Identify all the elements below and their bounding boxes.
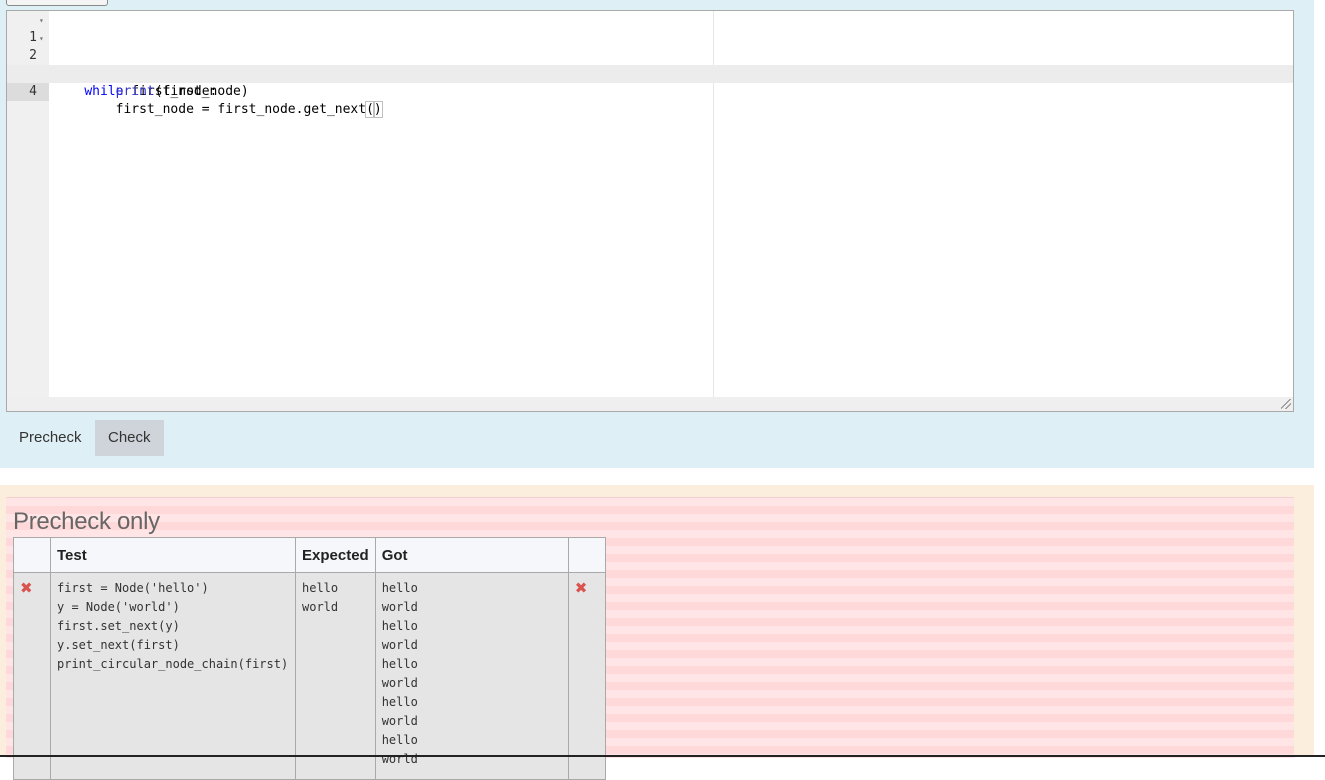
got-line: world [381,600,418,614]
got-line: hello [381,619,418,633]
test-line: y = Node('world') [57,600,180,614]
test-line: print_circular_node_chain(first) [57,657,289,671]
header-test: Test [50,537,296,573]
code-line[interactable]: 3 print(first_node) [7,47,1293,99]
expected-line: world [302,600,339,614]
text-cursor [381,101,383,116]
code-line[interactable]: 1 ▾ def print_circular_node_chain(first_… [7,11,1293,81]
code-text: (first_node) [154,84,249,99]
expected-line: hello [302,581,339,595]
cell-test: first = Node('hello') y = Node('world') … [50,572,296,780]
editor-statusbar [7,397,1293,411]
matched-bracket: ) [372,101,383,118]
check-button[interactable]: Check [95,420,164,456]
header-expected: Expected [295,537,376,573]
toolbar-button-partial[interactable] [6,0,108,6]
fold-arrow-icon[interactable]: ▾ [39,12,44,30]
got-line: hello [381,657,418,671]
fold-arrow-icon[interactable]: ▾ [39,30,44,48]
code-line-active[interactable]: 4 first_node = first_node.get_next() [7,65,1293,118]
cell-expected: hello world [295,572,376,780]
test-line: y.set_next(first) [57,638,180,652]
result-title: Precheck only [13,508,160,535]
answer-panel: 1 ▾ def print_circular_node_chain(first_… [0,0,1314,468]
cell-icon: ✖ [13,572,51,780]
code-editor[interactable]: 1 ▾ def print_circular_node_chain(first_… [6,10,1294,412]
got-line: world [381,714,418,728]
fail-x-icon: ✖ [20,579,33,597]
results-table: Test Expected Got ✖ first = Node('hello'… [13,537,606,780]
header-icon [13,537,51,573]
code-text: first_node = first_node.get_next [115,102,367,117]
cell-got: hello world hello world hello world hell… [374,572,569,780]
line-number: 4 [7,83,49,101]
precheck-button[interactable]: Precheck [6,420,95,456]
got-line: hello [381,733,418,747]
got-line: world [381,638,418,652]
header-status [567,537,606,573]
code-line[interactable]: 2 ▾ while first_node: [7,29,1293,99]
test-line: first = Node('hello') [57,581,209,595]
got-line: hello [381,695,418,709]
resize-handle-icon[interactable] [1281,399,1291,409]
got-line: hello [381,581,418,595]
got-line: world [381,752,418,766]
builtin: print [115,84,155,99]
cell-result-icon: ✖ [567,572,606,780]
fail-x-icon: ✖ [574,579,588,597]
matched-bracket: ( [365,101,375,118]
header-got: Got [374,537,569,573]
got-line: world [381,676,418,690]
table-header-row: Test Expected Got [13,537,606,573]
table-row: ✖ first = Node('hello') y = Node('world'… [13,572,606,780]
test-line: first.set_next(y) [57,619,180,633]
